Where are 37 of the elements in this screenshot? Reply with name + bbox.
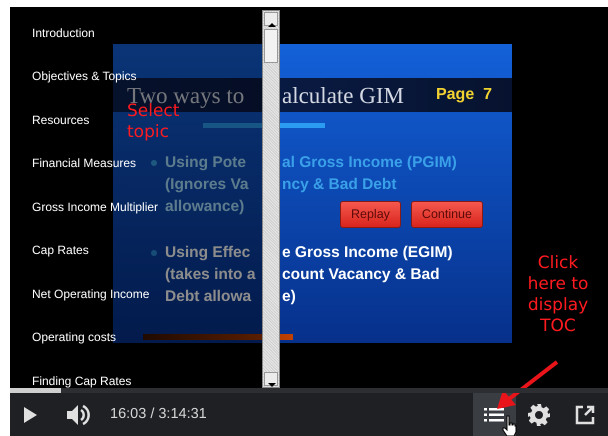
bullet-text: (Ignores Va <box>165 175 250 195</box>
toc-item[interactable]: Financial Measures <box>32 154 136 172</box>
toc-item[interactable]: Net Operating Income <box>32 284 150 303</box>
toc-item[interactable]: Cap Rates <box>32 241 89 260</box>
bullet-text: Debt allowa <box>165 287 252 307</box>
bullet-text: allowance) <box>165 197 246 217</box>
bullet-text: (takes into a <box>165 265 257 285</box>
settings-icon <box>527 402 551 426</box>
bullet-text: al Gross Income (PGIM) <box>282 154 457 171</box>
volume-icon <box>66 404 92 426</box>
scroll-thumb[interactable] <box>264 29 278 63</box>
toc-item[interactable]: Introduction <box>32 24 95 42</box>
bullet-text: count Vacancy & Bad <box>282 266 440 283</box>
bullet-icon <box>151 250 157 256</box>
bullet-icon <box>151 160 157 166</box>
hand-cursor-icon <box>502 415 518 436</box>
slide-title: alculate GIM <box>282 82 404 108</box>
list-icon <box>484 406 506 422</box>
volume-button[interactable] <box>66 404 92 426</box>
bullet-text: e Gross Income (EGIM) <box>282 244 453 261</box>
toc-item[interactable]: Objectives & Topics <box>32 67 136 86</box>
scrollbar[interactable] <box>262 10 280 388</box>
popout-icon <box>574 404 596 426</box>
toc-item[interactable]: Gross Income Multiplier <box>32 198 158 216</box>
play-icon <box>22 406 38 424</box>
bullet-text: Using Effec <box>165 243 252 263</box>
page-number: Page 7 <box>436 85 492 105</box>
toc-item[interactable]: Operating costs <box>32 328 116 346</box>
toc-item[interactable]: Finding Cap Rates <box>32 372 132 390</box>
toc-item[interactable]: Resources <box>32 110 90 129</box>
time-display: 16:03 / 3:14:31 <box>110 404 207 424</box>
play-button[interactable] <box>22 406 38 424</box>
annotation-text: Click here to display TOC <box>526 253 590 337</box>
bullet-text: e) <box>282 288 296 305</box>
bullet-text: Using Pote <box>165 153 247 173</box>
bullet-text: ncy & Bad Debt <box>282 176 397 193</box>
progress-bar[interactable] <box>10 388 608 393</box>
